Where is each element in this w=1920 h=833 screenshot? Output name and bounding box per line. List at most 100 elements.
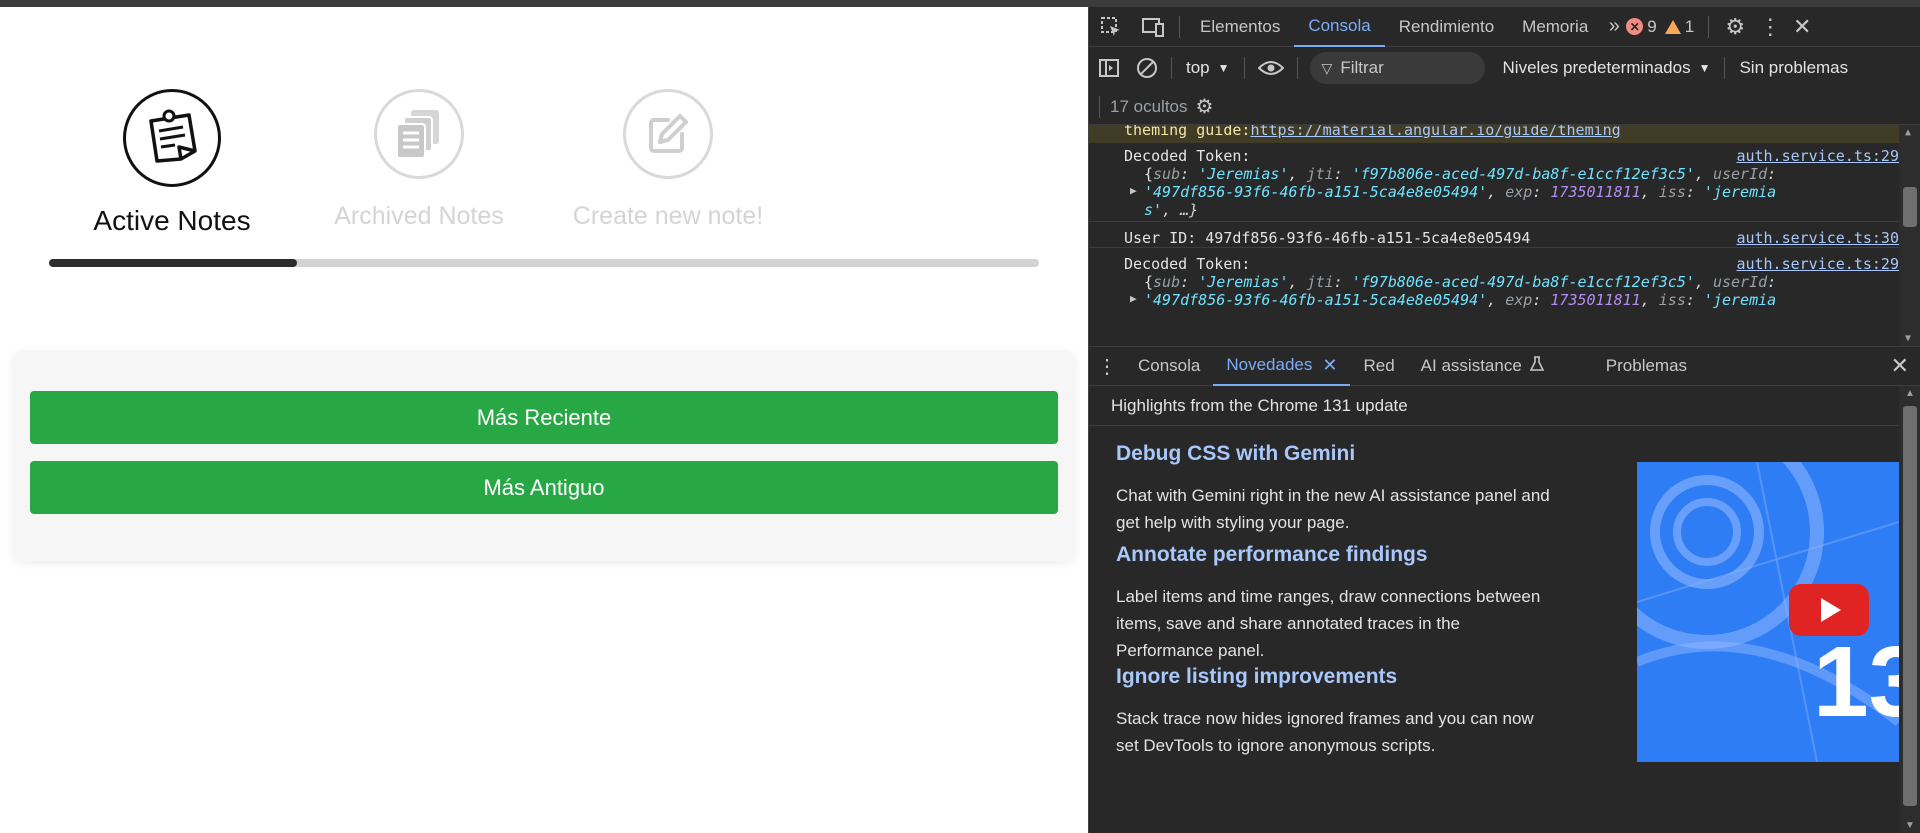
separator	[1724, 57, 1726, 79]
description-line: get help with styling your page.	[1116, 513, 1350, 532]
console-log-entry: Decoded Token: auth.service.ts:29 {sub: …	[1089, 255, 1899, 346]
message-text: theming guide:	[1124, 125, 1251, 139]
progress-bar	[49, 259, 1039, 267]
description-line: Performance panel.	[1116, 641, 1265, 660]
source-link[interactable]: auth.service.ts:29	[1736, 147, 1899, 165]
scroll-up-icon[interactable]: ▲	[1905, 388, 1915, 399]
feature-description: Label items and time ranges, draw connec…	[1116, 583, 1596, 664]
object-value: 1735011811	[1550, 291, 1641, 309]
drawer-tab-console[interactable]: Consola	[1125, 346, 1213, 386]
object-key: jti	[1306, 165, 1334, 183]
object-value: 'jeremia	[1703, 183, 1777, 201]
context-selector[interactable]: top ▼	[1178, 58, 1238, 78]
object-key: sub	[1153, 165, 1181, 183]
separator	[1296, 57, 1298, 79]
sort-card: Más Reciente Más Antiguo	[13, 351, 1075, 561]
console-settings-gear-icon[interactable]: ⚙	[1188, 94, 1222, 119]
feature-title[interactable]: Annotate performance findings	[1116, 543, 1428, 567]
separator	[1099, 95, 1100, 118]
sort-newest-button[interactable]: Más Reciente	[30, 391, 1058, 444]
settings-gear-icon[interactable]: ⚙	[1715, 7, 1755, 47]
drawer-tab-whats-new[interactable]: Novedades ✕	[1213, 346, 1351, 386]
sort-oldest-button[interactable]: Más Antiguo	[30, 461, 1058, 514]
message-text: Decoded Token:	[1124, 255, 1251, 273]
description-line: items, save and share annotated traces i…	[1116, 614, 1460, 633]
issues-link[interactable]: Sin problemas	[1739, 58, 1848, 78]
notes-app: Active Notes Archived Notes Create new n…	[0, 7, 1088, 833]
drawer-tab-issues[interactable]: Problemas	[1593, 346, 1700, 386]
separator	[1179, 15, 1180, 38]
feature-title[interactable]: Debug CSS with Gemini	[1116, 442, 1355, 466]
drawer-menu-icon[interactable]: ⋮	[1089, 346, 1125, 386]
feature-title[interactable]: Ignore listing improvements	[1116, 665, 1397, 689]
error-count: 9	[1647, 16, 1657, 36]
tab-label: Archived Notes	[334, 202, 504, 230]
more-options-icon[interactable]: ⋮	[1755, 7, 1785, 47]
close-drawer-icon[interactable]: ✕	[1891, 353, 1909, 379]
source-link[interactable]: auth.service.ts:30	[1736, 229, 1899, 247]
filter-input[interactable]: ▽ Filtrar	[1309, 52, 1485, 84]
drawer-tab-ai-assistance[interactable]: AI assistance	[1408, 346, 1557, 386]
object-preview-line: {sub: 'Jeremias', jti: 'f97b806e-aced-49…	[1144, 273, 1777, 291]
tab-archived-notes[interactable]: Archived Notes	[304, 89, 534, 239]
progress-fill	[49, 259, 297, 267]
tab-create-note[interactable]: Create new note!	[553, 89, 783, 239]
object-value: s'	[1144, 201, 1163, 219]
browser-top-bar	[0, 0, 1920, 7]
object-key: iss	[1658, 291, 1686, 309]
tab-memory[interactable]: Memoria	[1508, 7, 1602, 47]
dropdown-arrow-icon: ▼	[1217, 61, 1230, 75]
whats-new-header: Highlights from the Chrome 131 update	[1089, 386, 1899, 426]
inspect-element-icon[interactable]	[1089, 7, 1133, 47]
levels-label: Niveles predeterminados	[1502, 58, 1691, 77]
edit-icon	[623, 89, 713, 179]
object-value: 'f97b806e-aced-497d-ba8f-e1ccf12ef3c5'	[1351, 273, 1695, 291]
log-levels-dropdown[interactable]: Niveles predeterminados ▼	[1503, 58, 1711, 78]
object-key: userId	[1712, 165, 1768, 183]
more-tabs-icon[interactable]: »	[1602, 15, 1626, 38]
object-key: userId	[1712, 273, 1768, 291]
tab-label: Active Notes	[93, 205, 251, 236]
clear-console-icon[interactable]	[1129, 48, 1165, 88]
warning-count: 1	[1684, 16, 1695, 36]
tab-active-notes[interactable]: Active Notes	[57, 89, 287, 239]
scrollbar-thumb[interactable]	[1903, 187, 1917, 227]
theming-guide-link[interactable]: https://material.angular.io/guide/themin…	[1250, 125, 1620, 139]
expand-triangle-icon[interactable]: ▶	[1130, 184, 1137, 197]
close-devtools-icon[interactable]: ✕	[1785, 7, 1819, 47]
tab-console[interactable]: Consola	[1294, 7, 1385, 47]
object-value: 'f97b806e-aced-497d-ba8f-e1ccf12ef3c5'	[1351, 165, 1695, 183]
video-thumbnail[interactable]: 13	[1637, 462, 1899, 762]
drawer-tab-label: AI assistance	[1420, 356, 1522, 375]
warning-count-badge[interactable]: 1	[1664, 16, 1695, 37]
tab-elements[interactable]: Elementos	[1186, 7, 1294, 47]
error-count-badge[interactable]: ✕ 9	[1626, 16, 1657, 37]
object-key: iss	[1658, 183, 1686, 201]
object-preview-line: {sub: 'Jeremias', jti: 'f97b806e-aced-49…	[1144, 165, 1777, 183]
devtools-panel: Elementos Consola Rendimiento Memoria » …	[1088, 7, 1920, 833]
tab-performance[interactable]: Rendimiento	[1385, 7, 1508, 47]
description-line: Chat with Gemini right in the new AI ass…	[1116, 486, 1550, 505]
device-toolbar-icon[interactable]	[1133, 7, 1173, 47]
expand-triangle-icon[interactable]: ▶	[1130, 292, 1137, 305]
scroll-up-icon[interactable]: ▲	[1905, 127, 1911, 138]
separator	[1171, 57, 1172, 79]
scroll-down-icon[interactable]: ▼	[1905, 333, 1911, 344]
dropdown-arrow-icon: ▼	[1698, 61, 1711, 75]
divider	[1089, 247, 1899, 248]
source-link[interactable]: auth.service.ts:29	[1736, 255, 1899, 273]
object-value: 1735011811	[1550, 183, 1641, 201]
eye-icon[interactable]	[1251, 48, 1291, 88]
drawer-tabbar: ⋮ Consola Novedades ✕ Red AI assistance …	[1089, 346, 1920, 386]
drawer-tab-network[interactable]: Red	[1350, 346, 1407, 386]
console-scrollbar[interactable]: ▲ ▼	[1899, 125, 1920, 346]
scrollbar-thumb[interactable]	[1903, 406, 1917, 806]
scroll-down-icon[interactable]: ▼	[1905, 820, 1915, 831]
object-key: exp	[1505, 291, 1533, 309]
whats-new-scrollbar[interactable]: ▲ ▼	[1899, 386, 1920, 833]
close-tab-icon[interactable]: ✕	[1322, 355, 1337, 376]
description-line: Stack trace now hides ignored frames and…	[1116, 709, 1534, 728]
object-value: '497df856-93f6-46fb-a151-5ca4e8e05494'	[1144, 291, 1488, 309]
drawer-tab-label: Novedades	[1226, 355, 1313, 374]
sidebar-toggle-icon[interactable]	[1089, 48, 1129, 88]
